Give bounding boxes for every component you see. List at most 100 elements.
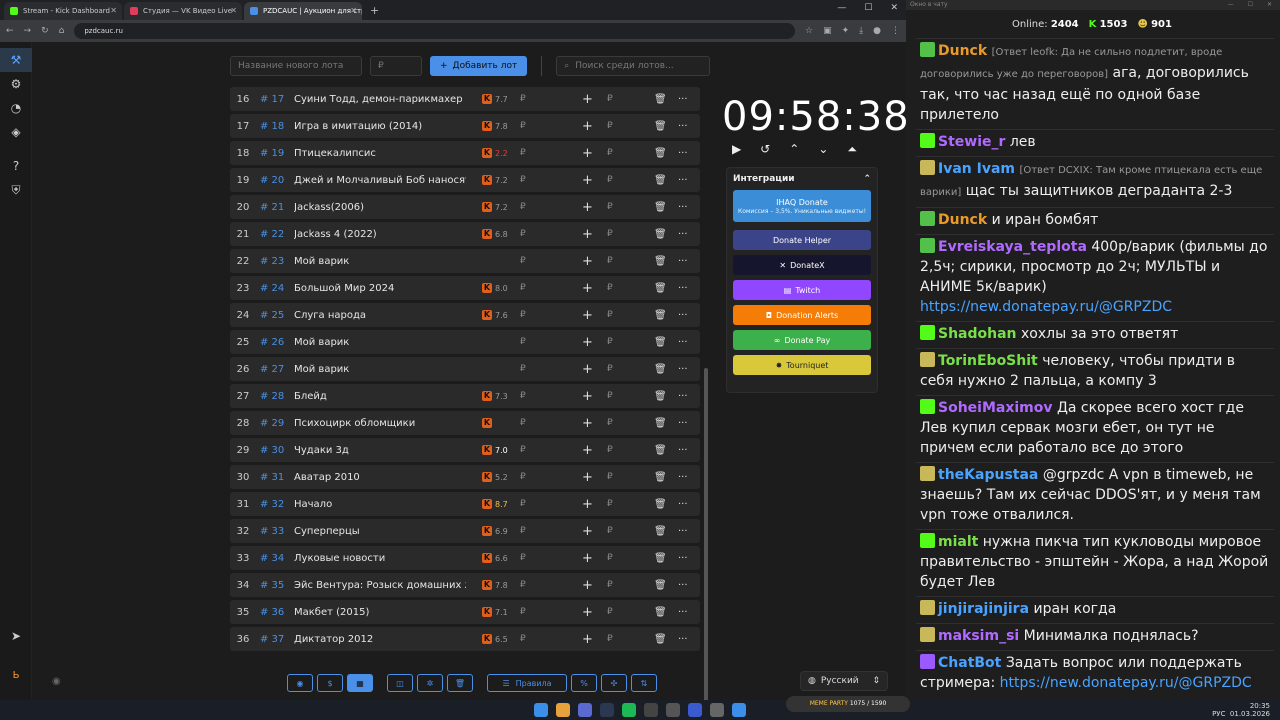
trash-icon[interactable]: 🗑 [654,607,667,618]
add-amount-icon[interactable]: + [582,173,593,188]
lot-amount[interactable]: ₽ [520,445,526,455]
lot-amount[interactable]: ₽ [520,94,526,104]
chat-username[interactable]: theKapustaa [938,467,1038,483]
add-amount-icon[interactable]: + [582,524,593,539]
menu-icon[interactable]: ⋮ [891,26,900,36]
lot-amount-input[interactable]: ₽ [370,56,422,76]
close-icon[interactable]: ✕ [110,6,117,15]
trash-icon[interactable]: 🗑 [654,364,667,375]
play-icon[interactable]: ▶ [732,142,741,157]
trash-icon[interactable]: 🗑 [654,175,667,186]
bug-button[interactable]: ✲ [417,674,443,692]
lot-amount[interactable]: ₽ [520,229,526,239]
add-amount-icon[interactable]: + [582,551,593,566]
more-icon[interactable]: ··· [678,526,688,537]
lot-amount[interactable]: ₽ [520,337,526,347]
add-amount-icon[interactable]: + [582,92,593,107]
trash-icon[interactable]: 🗑 [654,256,667,267]
integrations-header[interactable]: Интеграции ⌃ [727,168,877,190]
currency-icon[interactable]: ₽ [607,283,613,293]
twitch-button[interactable]: ▤ Twitch [733,280,871,300]
grid-button[interactable]: ▦ [347,674,373,692]
add-lot-button[interactable]: + Добавить лот [430,56,528,76]
lot-amount[interactable]: ₽ [520,283,526,293]
currency-icon[interactable]: ₽ [607,418,613,428]
more-icon[interactable]: ··· [678,391,688,402]
puzzle-icon[interactable]: ✦ [842,26,850,36]
close-window-icon[interactable]: ✕ [890,3,898,13]
currency-icon[interactable]: ₽ [607,526,613,536]
lot-name[interactable]: Эйс Вентура: Розыск домашних жи [294,580,466,591]
shield-icon[interactable]: ⛨ [0,178,32,202]
lot-amount[interactable]: ₽ [520,499,526,509]
chevron-up-icon[interactable]: ⌃ [789,142,799,157]
lot-amount[interactable]: ₽ [520,121,526,131]
lot-amount[interactable]: ₽ [520,391,526,401]
chat-username[interactable]: Evreiskaya_teplota [938,239,1087,255]
more-icon[interactable]: ··· [678,445,688,456]
more-icon[interactable]: ··· [678,121,688,132]
more-icon[interactable]: ··· [678,148,688,159]
trash-icon[interactable]: 🗑 [654,418,667,429]
split-button[interactable]: ✣ [601,674,627,692]
close-icon[interactable]: ✕ [230,6,237,15]
chevron-down-icon[interactable]: ⌄ [818,142,828,157]
lot-name[interactable]: Диктатор 2012 [294,634,466,645]
lot-amount[interactable]: ₽ [520,580,526,590]
trash-icon[interactable]: 🗑 [654,202,667,213]
add-amount-icon[interactable]: + [582,605,593,620]
app-icon[interactable] [688,703,702,717]
currency-icon[interactable]: ₽ [607,634,613,644]
trash-icon[interactable]: 🗑 [654,634,667,645]
app-icon[interactable] [710,703,724,717]
lot-amount[interactable]: ₽ [520,418,526,428]
lot-name[interactable]: Птицекалипсис [294,148,466,159]
chat-username[interactable]: jinjirajinjira [938,601,1029,617]
more-icon[interactable]: ··· [678,283,688,294]
trash-icon[interactable]: 🗑 [654,526,667,537]
close-icon[interactable]: ✕ [1267,0,1272,10]
more-icon[interactable]: ··· [678,364,688,375]
currency-icon[interactable]: ₽ [607,499,613,509]
add-amount-icon[interactable]: + [582,362,593,377]
currency-icon[interactable]: ₽ [607,175,613,185]
currency-icon[interactable]: ₽ [607,256,613,266]
lot-amount[interactable]: ₽ [520,310,526,320]
lot-amount[interactable]: ₽ [520,256,526,266]
lot-name[interactable]: Мой варик [294,337,466,348]
double-up-icon[interactable]: ⏶ [847,142,857,157]
clock[interactable]: 20:35 01.03.2026 [1230,702,1270,718]
message-link[interactable]: https://new.donatepay.ru/@GRPZDC [920,299,1172,315]
help-icon[interactable]: ? [0,154,32,178]
chat-username[interactable]: mialt [938,534,978,550]
trash-icon[interactable]: 🗑 [654,445,667,456]
lot-amount[interactable]: ₽ [520,526,526,536]
lot-amount[interactable]: ₽ [520,634,526,644]
app-icon[interactable] [644,703,658,717]
chat-username[interactable]: Stewie_r [938,134,1005,150]
new-tab-button[interactable]: + [364,2,385,20]
currency-icon[interactable]: ₽ [607,553,613,563]
donate-pay-button[interactable]: ∞ Donate Pay [733,330,871,350]
lot-name[interactable]: Мой варик [294,256,466,267]
extension-icon[interactable]: ▣ [823,26,832,36]
gear-icon[interactable]: ⚙ [0,72,32,96]
lot-search-input[interactable]: ⌕ Поиск среди лотов... [556,56,711,76]
currency-icon[interactable]: ₽ [607,445,613,455]
dollar-button[interactable]: $ [317,674,343,692]
trash-icon[interactable]: 🗑 [654,499,667,510]
percent-button[interactable]: % [571,674,597,692]
add-amount-icon[interactable]: + [582,227,593,242]
currency-icon[interactable]: ₽ [607,391,613,401]
lot-name-input[interactable]: Название нового лота [230,56,362,76]
trash-icon[interactable]: 🗑 [654,148,667,159]
more-icon[interactable]: ··· [678,175,688,186]
star-icon[interactable]: ☆ [805,26,813,36]
app-icon[interactable] [666,703,680,717]
chat-username[interactable]: Ivan Ivam [938,161,1015,177]
lot-name[interactable]: Макбет (2015) [294,607,466,618]
lot-name[interactable]: Мой варик [294,364,466,375]
add-amount-icon[interactable]: + [582,308,593,323]
trash-icon[interactable]: 🗑 [654,580,667,591]
add-amount-icon[interactable]: + [582,200,593,215]
